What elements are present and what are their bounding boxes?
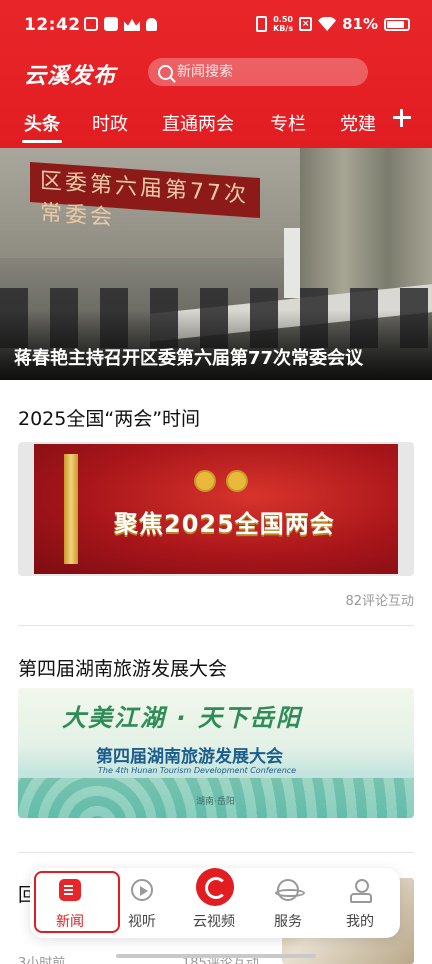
battery-icon bbox=[384, 17, 410, 31]
net-speed-unit: KB/s bbox=[273, 24, 294, 33]
wifi-icon bbox=[318, 17, 337, 31]
planet-icon bbox=[275, 879, 305, 901]
two-sessions-banner: 聚焦2025全国两会 bbox=[34, 444, 398, 574]
add-channel-icon[interactable] bbox=[390, 106, 414, 130]
app-notification-icon bbox=[104, 17, 118, 31]
article-card[interactable]: 2025全国“两会”时间 聚焦2025全国两会 82评论互动 bbox=[18, 404, 414, 609]
net-speed: 0.50 KB/s bbox=[273, 15, 293, 33]
nav-label: 服务 bbox=[274, 914, 302, 930]
news-icon bbox=[59, 879, 81, 901]
net-speed-value: 0.50 bbox=[273, 15, 293, 24]
nav-label: 视听 bbox=[128, 914, 156, 930]
tab-politics[interactable]: 时政 bbox=[92, 110, 128, 136]
brand-row: 云溪发布 bbox=[0, 55, 432, 91]
huabiao-pillar bbox=[64, 454, 78, 564]
nav-label: 新闻 bbox=[56, 914, 84, 930]
banner-headline: 聚焦2025全国两会 bbox=[114, 510, 335, 538]
divider bbox=[18, 852, 414, 853]
notification-icons bbox=[84, 17, 157, 31]
article-title: 2025全国“两会”时间 bbox=[18, 408, 201, 430]
cloud-video-icon bbox=[196, 868, 234, 906]
image-conference-title: 第四届湖南旅游发展大会 bbox=[96, 747, 283, 767]
channel-tabs: 头条 时政 直通两会 专栏 党建 bbox=[0, 104, 432, 148]
comment-count: 82评论互动 bbox=[345, 594, 414, 609]
image-slogan: 大美江湖 · 天下岳阳 bbox=[62, 704, 302, 732]
image-place: 湖南·岳阳 bbox=[196, 797, 235, 807]
app-logo: 云溪发布 bbox=[24, 64, 117, 89]
battery-percent: 81% bbox=[342, 15, 378, 33]
user-icon bbox=[349, 879, 372, 903]
article-card[interactable]: 第四届湖南旅游发展大会 大美江湖 · 天下岳阳 第四届湖南旅游发展大会 The … bbox=[18, 654, 414, 818]
image-conference-english: The 4th Hunan Tourism Development Confer… bbox=[98, 766, 297, 775]
status-bar: 12:42 0.50 KB/s × 81% bbox=[0, 0, 432, 50]
article-time: 3小时前 bbox=[18, 956, 66, 964]
cppcc-emblem-icon bbox=[226, 470, 248, 492]
search-icon bbox=[158, 64, 173, 80]
nav-news[interactable]: 新闻 bbox=[34, 868, 106, 938]
article-image: 聚焦2025全国两会 bbox=[18, 442, 414, 576]
article-image: 大美江湖 · 天下岳阳 第四届湖南旅游发展大会 The 4th Hunan To… bbox=[18, 688, 414, 818]
play-icon bbox=[131, 879, 153, 901]
sim-off-icon: × bbox=[299, 17, 313, 31]
tab-column[interactable]: 专栏 bbox=[270, 110, 306, 136]
nav-label: 我的 bbox=[346, 914, 374, 930]
bottom-nav: 新闻 视听 云视频 服务 我的 bbox=[30, 868, 400, 938]
bell-icon bbox=[146, 18, 157, 31]
hero-curtain bbox=[300, 148, 432, 298]
header: 12:42 0.50 KB/s × 81% 云溪发布 新闻搜索 头条 时政 直通… bbox=[0, 0, 432, 148]
nav-service[interactable]: 服务 bbox=[252, 868, 324, 938]
nav-me[interactable]: 我的 bbox=[324, 868, 396, 938]
home-indicator[interactable] bbox=[116, 954, 316, 958]
system-icons: 0.50 KB/s × 81% bbox=[256, 15, 410, 33]
hero-carousel[interactable]: 区委第六届第77次常委会 蒋春艳主持召开区委第六届第77次常委会议 bbox=[0, 148, 432, 380]
app-notification-icon bbox=[84, 17, 98, 31]
nav-cloud-video[interactable]: 云视频 bbox=[178, 868, 250, 938]
tab-party-building[interactable]: 党建 bbox=[340, 110, 376, 136]
nav-label: 云视频 bbox=[193, 914, 235, 930]
app-root: 12:42 0.50 KB/s × 81% 云溪发布 新闻搜索 头条 时政 直通… bbox=[0, 0, 432, 964]
divider bbox=[18, 625, 414, 626]
status-time: 12:42 bbox=[24, 15, 81, 35]
tab-headlines[interactable]: 头条 bbox=[24, 110, 60, 136]
nav-audio-video[interactable]: 视听 bbox=[106, 868, 178, 938]
search-bar[interactable] bbox=[148, 58, 368, 86]
search-input[interactable] bbox=[177, 64, 357, 80]
hero-caption: 蒋春艳主持召开区委第六届第77次常委会议 bbox=[14, 348, 364, 369]
tab-two-sessions[interactable]: 直通两会 bbox=[162, 110, 234, 136]
vibrate-icon bbox=[256, 16, 268, 32]
crown-icon bbox=[124, 19, 140, 31]
national-emblem-icon bbox=[194, 470, 216, 492]
article-title: 第四届湖南旅游发展大会 bbox=[18, 658, 228, 680]
active-tab-indicator bbox=[22, 140, 62, 143]
